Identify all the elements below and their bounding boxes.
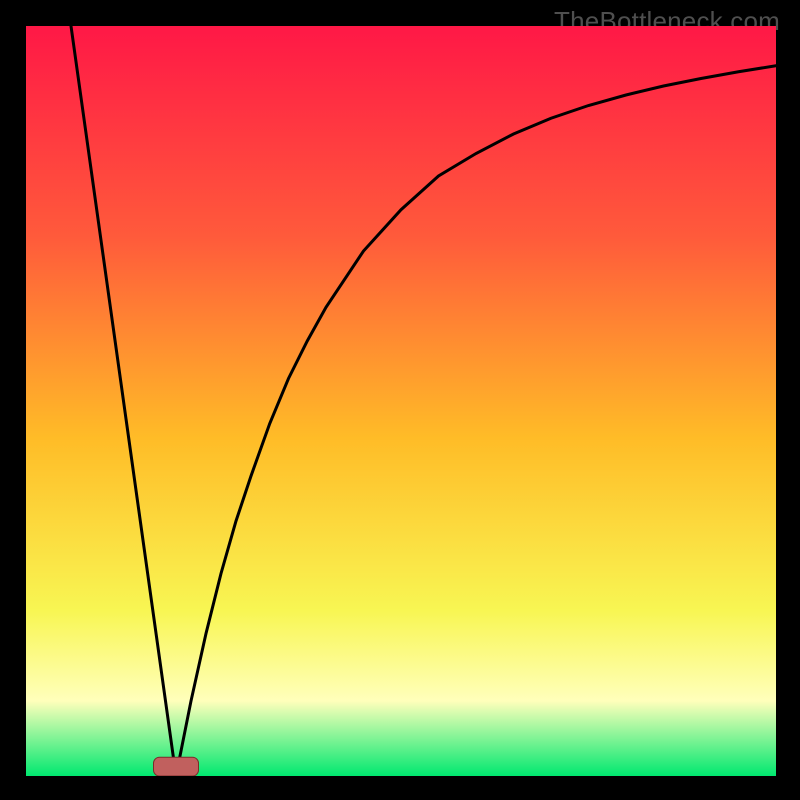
gradient-background [26, 26, 776, 776]
chart-svg [26, 26, 776, 776]
chart-frame: TheBottleneck.com [0, 0, 800, 800]
plot-area [26, 26, 776, 776]
bottleneck-marker [154, 757, 199, 776]
